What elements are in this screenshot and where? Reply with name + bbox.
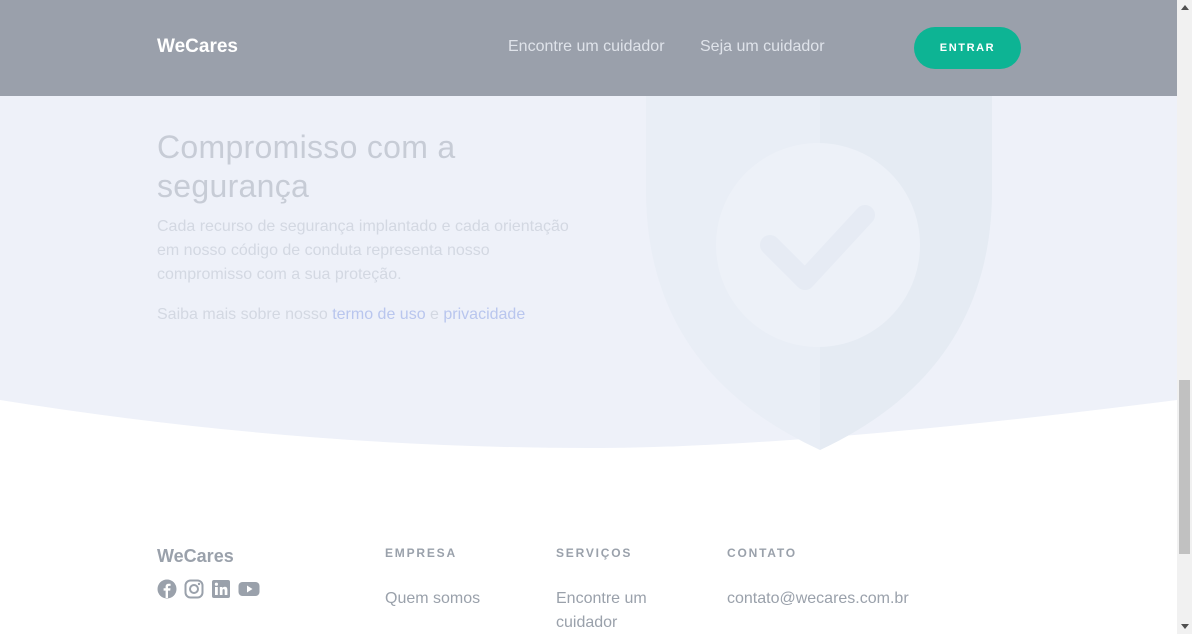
facebook-icon[interactable] (157, 579, 177, 599)
terms-of-use-link[interactable]: termo de uso (332, 306, 425, 323)
footer-company-heading: EMPRESA (385, 546, 457, 560)
footer-contact-heading: CONTATO (727, 546, 797, 560)
shield-illustration (646, 40, 992, 450)
page: Compromisso com a segurança Cada recurso… (0, 0, 1177, 634)
terms-prefix: Saiba mais sobre nosso (157, 306, 333, 323)
nav-find-caregiver[interactable]: Encontre um cuidador (508, 38, 665, 56)
linkedin-icon[interactable] (211, 579, 231, 599)
footer-services-heading: SERVIÇOS (556, 546, 633, 560)
scroll-down-arrow-icon[interactable] (1177, 619, 1192, 634)
privacy-link[interactable]: privacidade (443, 306, 525, 323)
login-button[interactable]: ENTRAR (914, 27, 1021, 69)
contact-email-link[interactable]: contato@wecares.com.br (727, 587, 909, 611)
terms-paragraph: Saiba mais sobre nosso termo de uso e pr… (157, 303, 617, 327)
section-title: Compromisso com a segurança (157, 129, 456, 204)
find-caregiver-link[interactable]: Encontre um cuidador (556, 587, 676, 634)
section-description: Cada recurso de segurança implantado e c… (157, 218, 569, 283)
instagram-icon[interactable] (184, 579, 204, 599)
brand-logo[interactable]: WeCares (157, 36, 238, 58)
terms-conjunction: e (425, 306, 444, 323)
footer-brand: WeCares (157, 546, 234, 566)
top-navbar: WeCares Encontre um cuidador Seja um cui… (0, 0, 1177, 96)
social-links (157, 579, 260, 599)
scrollbar-thumb[interactable] (1179, 380, 1190, 554)
vertical-scrollbar[interactable] (1177, 0, 1192, 634)
scroll-up-arrow-icon[interactable] (1177, 0, 1192, 15)
nav-become-caregiver[interactable]: Seja um cuidador (700, 38, 825, 56)
about-us-link[interactable]: Quem somos (385, 587, 480, 611)
youtube-icon[interactable] (238, 579, 260, 599)
